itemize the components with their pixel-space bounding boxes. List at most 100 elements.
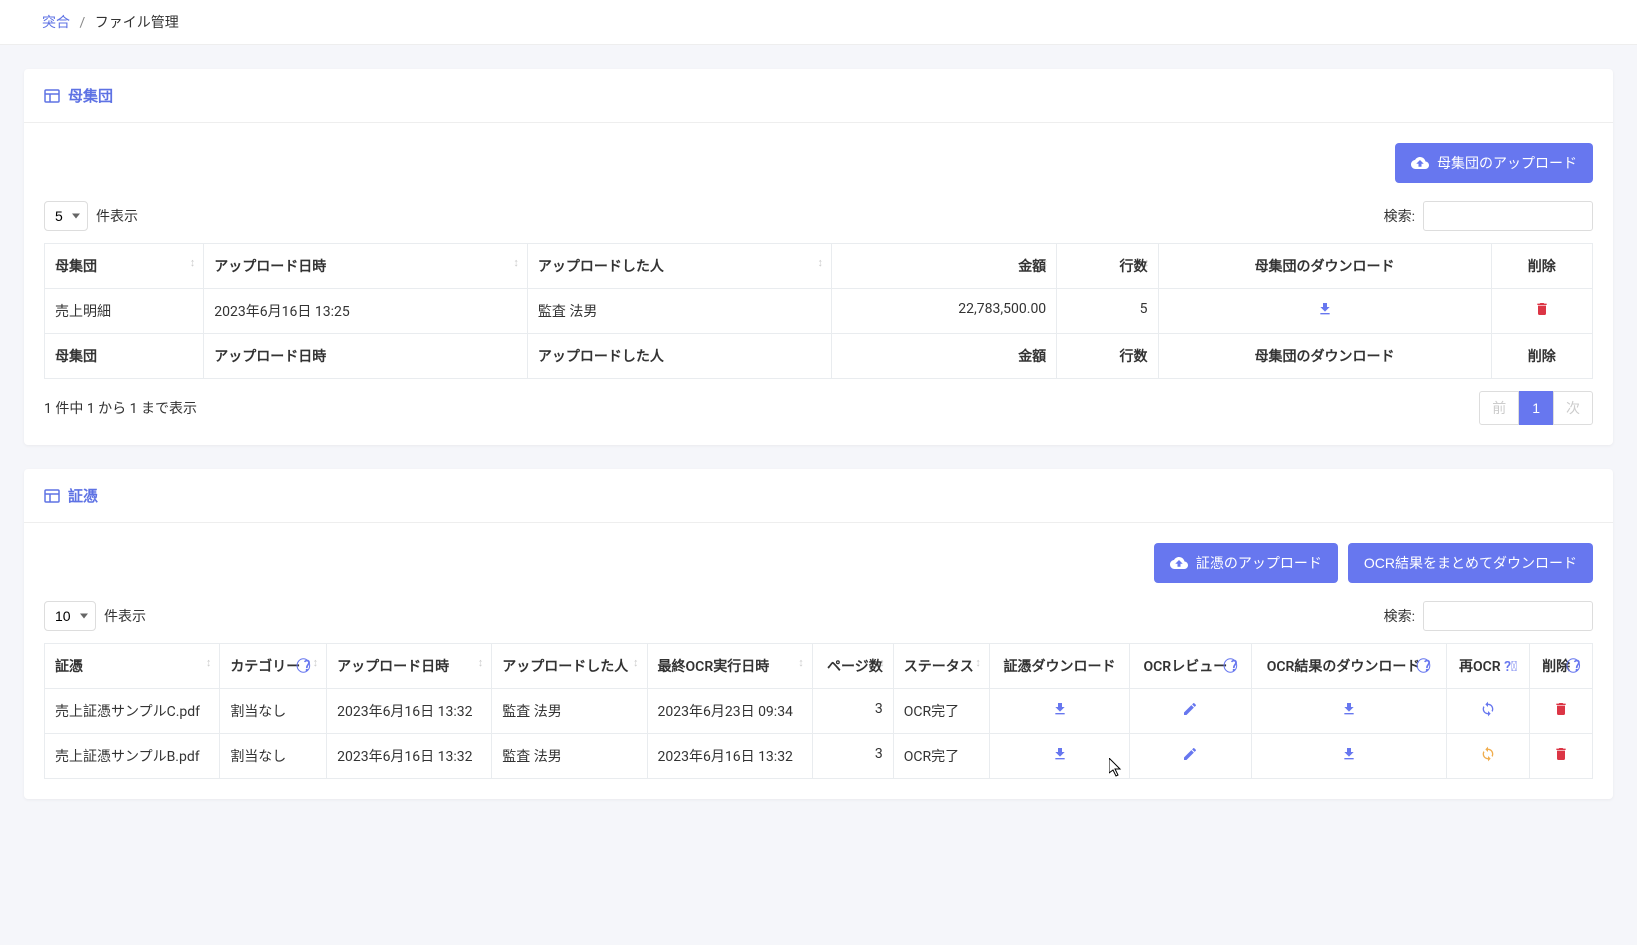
col-evidence-name[interactable]: 証憑 [45,644,220,689]
col-evidence-category[interactable]: カテゴリー ?⃝ [220,644,327,689]
col-population-delete: 削除 [1491,244,1592,289]
col-evidence-reocr: 再OCR ?⃝ [1446,644,1530,689]
population-search-control: 検索: [1384,201,1593,231]
table-icon [44,88,60,104]
cell-population-uploaded-by: 監査 法男 [527,289,831,334]
cell-population-uploaded-at: 2023年6月16日 13:25 [204,289,528,334]
evidence-upload-label: 証憑のアップロード [1196,553,1322,573]
cell-evidence-status: OCR完了 [893,734,989,779]
cell-evidence-pages: 3 [812,689,893,734]
col-population-rows[interactable]: 行数 [1057,244,1158,289]
ocr-bulk-download-label: OCR結果をまとめてダウンロード [1364,553,1577,573]
cell-population-name: 売上明細 [45,289,204,334]
foot-population-rows: 行数 [1057,334,1158,379]
col-evidence-last-ocr[interactable]: 最終OCR実行日時 [647,644,812,689]
download-icon[interactable] [1052,701,1068,717]
cell-evidence-last-ocr: 2023年6月16日 13:32 [647,734,812,779]
help-icon[interactable]: ?⃝ [1424,659,1431,675]
population-info-text: 1 件中 1 から 1 まで表示 [44,398,197,418]
evidence-length-select[interactable]: 10 [44,601,96,631]
cell-population-rowcount: 5 [1057,289,1158,334]
col-evidence-download: 証憑ダウンロード [989,644,1129,689]
sync-icon[interactable] [1480,701,1496,717]
cell-evidence-uploaded-by: 監査 法男 [492,734,647,779]
evidence-search-input[interactable] [1423,601,1593,631]
evidence-length-label: 件表示 [104,606,146,626]
population-upload-label: 母集団のアップロード [1437,153,1577,173]
col-population-uploaded-by[interactable]: アップロードした人 [527,244,831,289]
breadcrumb-current: ファイル管理 [95,15,179,31]
breadcrumb-root[interactable]: 突合 [42,15,70,31]
ocr-bulk-download-button[interactable]: OCR結果をまとめてダウンロード [1348,543,1593,583]
edit-icon[interactable] [1182,701,1198,717]
trash-icon[interactable] [1553,746,1569,762]
cell-evidence-status: OCR完了 [893,689,989,734]
population-card: 母集団 母集団のアップロード 5 件表示 検索: [24,69,1613,445]
evidence-length-control: 10 件表示 [44,601,146,631]
col-evidence-ocr-dl: OCR結果のダウンロード ?⃝ [1251,644,1446,689]
population-search-input[interactable] [1423,201,1593,231]
col-evidence-ocr-review: OCRレビュー ?⃝ [1130,644,1251,689]
breadcrumb-separator: / [79,15,85,31]
cloud-upload-icon [1170,554,1188,572]
foot-population-name: 母集団 [45,334,204,379]
table-row: 売上証憑サンプルC.pdf割当なし2023年6月16日 13:32監査 法男20… [45,689,1593,734]
breadcrumb: 突合 / ファイル管理 [0,0,1637,45]
cell-evidence-name: 売上証憑サンプルC.pdf [45,689,220,734]
help-icon[interactable]: ?⃝ [1574,659,1581,675]
table-icon [44,488,60,504]
cell-evidence-last-ocr: 2023年6月23日 09:34 [647,689,812,734]
col-evidence-pages[interactable]: ページ数 [812,644,893,689]
cell-evidence-category: 割当なし [220,734,327,779]
population-card-header: 母集団 [24,69,1613,123]
evidence-card-header: 証憑 [24,469,1613,523]
population-length-label: 件表示 [96,206,138,226]
col-evidence-status[interactable]: ステータス [893,644,989,689]
evidence-upload-button[interactable]: 証憑のアップロード [1154,543,1338,583]
col-population-uploaded-at[interactable]: アップロード日時 [204,244,528,289]
help-icon[interactable]: ?⃝ [1504,659,1517,675]
evidence-search-control: 検索: [1384,601,1593,631]
cell-evidence-uploaded-at: 2023年6月16日 13:32 [327,689,492,734]
table-row: 売上証憑サンプルB.pdf割当なし2023年6月16日 13:32監査 法男20… [45,734,1593,779]
population-length-select[interactable]: 5 [44,201,88,231]
evidence-card: 証憑 証憑のアップロード OCR結果をまとめてダウンロード 10 件表示 [24,469,1613,799]
col-population-download: 母集団のダウンロード [1158,244,1491,289]
population-pagination: 前 1 次 [1479,391,1593,425]
cell-evidence-uploaded-at: 2023年6月16日 13:32 [327,734,492,779]
foot-population-uploaded-at: アップロード日時 [204,334,528,379]
population-prev-button[interactable]: 前 [1479,391,1519,425]
download-icon[interactable] [1341,701,1357,717]
population-next-button[interactable]: 次 [1553,391,1593,425]
evidence-table: 証憑 カテゴリー ?⃝ アップロード日時 アップロードした人 最終OCR実行日時… [44,643,1593,779]
col-population-name[interactable]: 母集団 [45,244,204,289]
help-icon[interactable]: ?⃝ [1231,659,1238,675]
population-length-control: 5 件表示 [44,201,138,231]
trash-icon[interactable] [1553,701,1569,717]
col-population-amount[interactable]: 金額 [831,244,1056,289]
foot-population-uploaded-by: アップロードした人 [527,334,831,379]
population-page-1-button[interactable]: 1 [1519,391,1553,425]
foot-population-amount: 金額 [831,334,1056,379]
cell-evidence-name: 売上証憑サンプルB.pdf [45,734,220,779]
cell-population-amount: 22,783,500.00 [831,289,1056,334]
population-table: 母集団 アップロード日時 アップロードした人 金額 行数 母集団のダウンロード … [44,243,1593,379]
trash-icon[interactable] [1534,301,1550,317]
help-icon[interactable]: ?⃝ [304,659,311,675]
col-evidence-uploaded-at[interactable]: アップロード日時 [327,644,492,689]
download-icon[interactable] [1341,746,1357,762]
cell-evidence-pages: 3 [812,734,893,779]
cell-evidence-category: 割当なし [220,689,327,734]
cell-evidence-uploaded-by: 監査 法男 [492,689,647,734]
evidence-search-label: 検索: [1384,606,1415,626]
population-title: 母集団 [68,85,113,106]
sync-icon[interactable] [1480,746,1496,762]
download-icon[interactable] [1317,301,1333,317]
population-upload-button[interactable]: 母集団のアップロード [1395,143,1593,183]
population-search-label: 検索: [1384,206,1415,226]
edit-icon[interactable] [1182,746,1198,762]
download-icon[interactable] [1052,746,1068,762]
foot-population-delete: 削除 [1491,334,1592,379]
col-evidence-uploaded-by[interactable]: アップロードした人 [492,644,647,689]
evidence-title: 証憑 [68,485,98,506]
